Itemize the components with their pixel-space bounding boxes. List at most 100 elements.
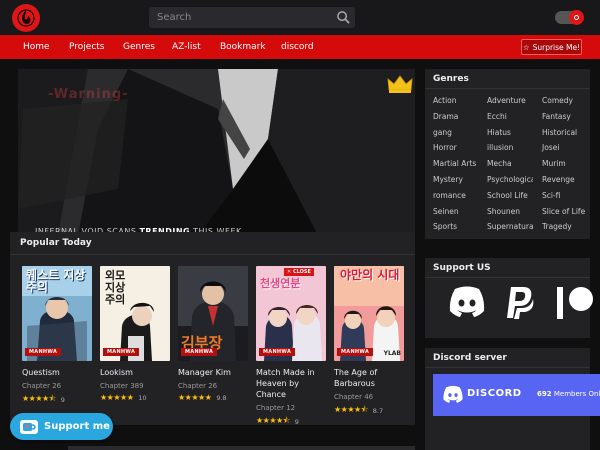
manga-cover[interactable]: 김부장 MANHWA [178, 266, 248, 361]
genre-link[interactable]: illusion [487, 143, 534, 159]
type-badge: MANHWA [103, 348, 140, 356]
support-us-panel: Support US [425, 258, 593, 338]
nav-home[interactable]: Home [23, 41, 50, 53]
paypal-icon[interactable] [505, 286, 535, 320]
search-input[interactable] [149, 7, 329, 28]
manga-card[interactable]: 야만의 시대 YLAB MANHWA The Age of Barbarous … [334, 266, 404, 418]
rating: ★★★★⯪ 9 [256, 415, 326, 429]
nav-bookmark[interactable]: Bookmark [220, 41, 266, 53]
rating: ★★★★⯪ 9 [22, 393, 92, 407]
genre-link[interactable]: Adventure [487, 96, 534, 112]
type-badge: MANHWA [25, 348, 62, 356]
genre-link[interactable]: Fantasy [542, 112, 585, 128]
genre-link[interactable]: Ecchi [487, 112, 534, 128]
toggle-knob [569, 10, 584, 25]
manga-card[interactable]: 외모 지상 주의 MANHWA Lookism Chapter 389 ★★★★… [100, 266, 170, 402]
manga-title[interactable]: The Age of Barbarous [334, 367, 404, 389]
score: 9 [294, 418, 299, 426]
genres-panel: Genres Action Drama gang Horror Martial … [425, 69, 590, 239]
genre-link[interactable]: romance [433, 191, 476, 207]
support-me-label: Support me [44, 421, 110, 432]
genre-link[interactable]: Mystery [433, 175, 476, 191]
genre-link[interactable]: Hiatus [487, 128, 534, 144]
genre-link[interactable]: Tragedy [542, 222, 585, 238]
manga-title[interactable]: Manager Kim [178, 367, 248, 378]
popular-today-title: Popular Today [20, 238, 92, 248]
discord-label: DISCORD [467, 388, 522, 399]
search-box [149, 7, 355, 28]
genre-link[interactable]: Seinen [433, 207, 476, 223]
star-outline-icon: ☆ [522, 42, 530, 52]
score: 10 [138, 393, 147, 402]
genre-link[interactable]: School Life [487, 191, 534, 207]
chapter-label[interactable]: Chapter 26 [22, 382, 92, 390]
support-us-title: Support US [425, 258, 590, 278]
discord-server-title: Discord server [425, 348, 590, 368]
surprise-label: Surprise Me! [532, 42, 581, 52]
rating: ★★★★★ 10 [100, 393, 170, 402]
cover-text: 천생연분 [260, 277, 301, 290]
nav-projects[interactable]: Projects [69, 41, 104, 53]
manga-title[interactable]: Lookism [100, 367, 170, 378]
genre-link[interactable]: Sports [433, 222, 476, 238]
hero-banner[interactable]: -Warning- [18, 69, 415, 235]
surprise-me-button[interactable]: ☆ Surprise Me! [521, 39, 582, 55]
star-rating-icon: ★★★★⯪ [256, 416, 290, 425]
genre-link[interactable]: Josei [542, 143, 585, 159]
genre-link[interactable]: Comedy [542, 96, 585, 112]
manga-card[interactable]: 퀘스트 지상주의 MANHWA Questism Chapter 26 ★★★★… [22, 266, 92, 407]
discord-icon[interactable] [449, 285, 485, 319]
chapter-label[interactable]: Chapter 26 [178, 382, 248, 390]
close-label[interactable]: ✕ CLOSE [284, 268, 314, 276]
cover-text: 퀘스트 지상주의 [26, 268, 86, 294]
manga-cover[interactable]: 천생연분 ✕ CLOSE MANHWA [256, 266, 326, 361]
genre-link[interactable]: Horror [433, 143, 476, 159]
genre-link[interactable]: Murim [542, 159, 585, 175]
genre-link[interactable]: Mecha [487, 159, 534, 175]
genres-column-1: Action Drama gang Horror Martial Arts My… [433, 96, 476, 238]
chapter-label[interactable]: Chapter 389 [100, 382, 170, 390]
nav-discord[interactable]: discord [281, 41, 314, 53]
genre-link[interactable]: Action [433, 96, 476, 112]
genre-link[interactable]: Martial Arts [433, 159, 476, 175]
nav-genres[interactable]: Genres [123, 41, 155, 53]
manga-title[interactable]: Questism [22, 367, 92, 378]
manga-cover[interactable]: 외모 지상 주의 MANHWA [100, 266, 170, 361]
genre-link[interactable]: gang [433, 128, 476, 144]
genres-title: Genres [425, 69, 590, 89]
search-icon[interactable] [336, 10, 351, 25]
score: 9 [60, 396, 65, 404]
hero-overlay-text: -Warning- [48, 87, 129, 102]
nav-az-list[interactable]: AZ-list [172, 41, 201, 53]
support-me-button[interactable]: Support me [10, 413, 113, 440]
manga-card[interactable]: 김부장 MANHWA Manager Kim Chapter 26 ★★★★★ 9… [178, 266, 248, 402]
genre-link[interactable]: Historical [542, 128, 585, 144]
discord-widget[interactable]: DISCORD 692 Members Onli [433, 374, 600, 416]
genre-link[interactable]: Revenge [542, 175, 585, 191]
patreon-icon[interactable] [555, 286, 595, 320]
genre-link[interactable]: Shounen [487, 207, 534, 223]
genre-link[interactable]: Drama [433, 112, 476, 128]
manga-cover[interactable]: 퀘스트 지상주의 MANHWA [22, 266, 92, 361]
genres-column-3: Comedy Fantasy Historical Josei Murim Re… [542, 96, 585, 238]
type-badge: MANHWA [181, 348, 218, 356]
genres-column-2: Adventure Ecchi Hiatus illusion Mecha Ps… [487, 96, 534, 238]
genre-link[interactable]: Sci-fi [542, 191, 585, 207]
chapter-label[interactable]: Chapter 12 [256, 404, 326, 412]
publisher-label: YLAB [383, 350, 401, 357]
discord-server-panel: Discord server DISCORD 692 Members Onli [425, 348, 600, 450]
rating: ★★★★★ 9.8 [178, 393, 248, 402]
popular-today-section: Popular Today 퀘스트 지상주의 MANHWA Questism C… [10, 232, 415, 426]
discord-online-count: 692 Members Onli [537, 390, 600, 398]
manga-card[interactable]: 천생연분 ✕ CLOSE MANHWA Match Made in Heaven… [256, 266, 326, 429]
manga-cover[interactable]: 야만의 시대 YLAB MANHWA [334, 266, 404, 361]
cover-text: 야만의 시대 [340, 268, 400, 282]
site-logo-icon[interactable] [12, 4, 40, 32]
genre-link[interactable]: Slice of Life [542, 207, 585, 223]
genre-link[interactable]: Psychological [487, 175, 533, 191]
theme-toggle[interactable] [555, 10, 584, 25]
genre-link[interactable]: Supernatural [487, 222, 534, 238]
chapter-label[interactable]: Chapter 46 [334, 393, 404, 401]
manga-title[interactable]: Match Made in Heaven by Chance [256, 367, 326, 400]
crown-icon [387, 75, 413, 93]
